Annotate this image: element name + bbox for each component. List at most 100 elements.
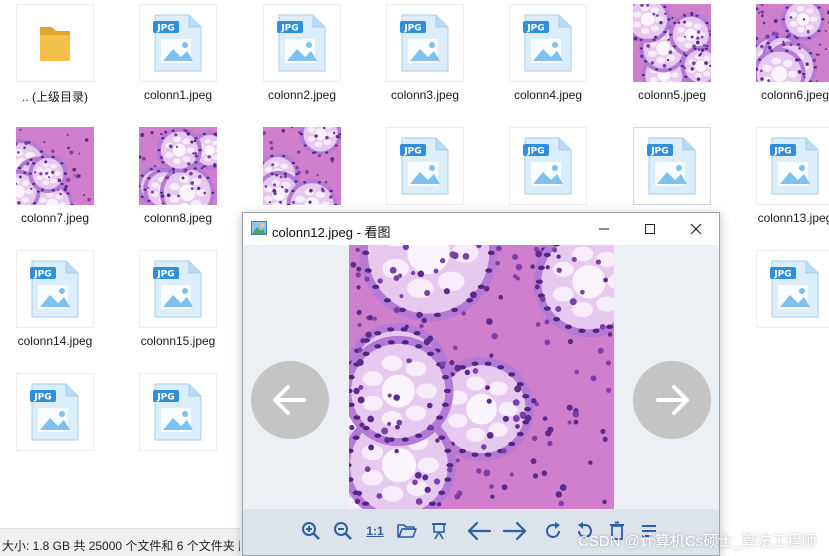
file-thumbnail: JPG	[509, 4, 587, 82]
svg-text:JPG: JPG	[156, 270, 174, 280]
image-viewer-app-icon	[251, 221, 267, 235]
image-viewer-window: colonn12.jpeg - 看图 1:1	[242, 212, 720, 556]
close-button[interactable]	[673, 213, 719, 245]
svg-text:JPG: JPG	[280, 24, 298, 34]
file-thumbnail: JPG	[756, 250, 829, 328]
svg-text:JPG: JPG	[403, 147, 421, 157]
file-thumbnail	[16, 127, 94, 205]
file-name-label: colonn3.jpeg	[390, 88, 460, 102]
file-tile[interactable]: JPG colonn13.jpeg	[740, 127, 829, 237]
file-tile[interactable]: colonn7.jpeg	[0, 127, 110, 237]
jpg-file-icon: JPG	[30, 383, 79, 441]
file-thumbnail: JPG	[139, 373, 217, 451]
file-thumbnail: JPG	[386, 127, 464, 205]
watermark: CSDN @计算机Cs硕士_算法工程师	[578, 533, 817, 550]
jpg-file-icon: JPG	[770, 137, 819, 195]
file-tile[interactable]: JPG colonn3.jpeg	[370, 4, 480, 114]
file-thumbnail: JPG	[16, 250, 94, 328]
arrow-left-icon	[273, 385, 306, 415]
file-name-label: colonn14.jpeg	[17, 334, 93, 348]
previous-image-button[interactable]	[251, 361, 329, 439]
jpg-file-icon: JPG	[523, 137, 572, 195]
file-tile[interactable]: JPG colonn15.jpeg	[123, 250, 233, 360]
slideshow-button[interactable]	[425, 517, 453, 545]
file-tile[interactable]: colonn6.jpeg	[740, 4, 829, 114]
tissue-image	[139, 127, 217, 205]
previous-arrow-icon	[467, 521, 492, 541]
open-folder-button[interactable]	[393, 517, 421, 545]
jpg-file-icon: JPG	[277, 14, 326, 72]
status-text: 大小: 1.8 GB 共 25000 个文件和 6 个文件夹 压缩	[2, 539, 240, 553]
next-button[interactable]	[501, 517, 529, 545]
parent-folder-tile[interactable]: .. (上级目录)	[0, 4, 110, 114]
next-arrow-icon	[502, 521, 527, 541]
file-tile[interactable]: JPG colonn4.jpeg	[493, 4, 603, 114]
tissue-image	[756, 4, 829, 82]
jpg-file-icon: JPG	[153, 260, 202, 318]
file-thumbnail	[756, 4, 829, 82]
jpg-file-icon: JPG	[400, 14, 449, 72]
actual-size-button[interactable]: 1:1	[361, 517, 389, 545]
maximize-icon	[645, 224, 655, 234]
file-tile[interactable]: JPG colonn1.jpeg	[123, 4, 233, 114]
zoom-out-icon	[334, 522, 352, 540]
file-tile[interactable]: JPG colonn2.jpeg	[247, 4, 357, 114]
svg-text:JPG: JPG	[33, 270, 51, 280]
file-name-label: colonn2.jpeg	[267, 88, 337, 102]
zoom-in-button[interactable]	[297, 517, 325, 545]
minimize-icon	[599, 228, 609, 230]
svg-text:JPG: JPG	[526, 24, 544, 34]
previous-button[interactable]	[465, 517, 493, 545]
file-thumbnail: JPG	[509, 127, 587, 205]
file-thumbnail	[263, 127, 341, 205]
svg-text:JPG: JPG	[403, 24, 421, 34]
file-tile[interactable]: colonn8.jpeg	[123, 127, 233, 237]
file-tile[interactable]: JPG	[123, 373, 233, 483]
image-canvas[interactable]	[243, 245, 719, 509]
open-folder-icon	[397, 524, 417, 538]
slideshow-icon	[432, 523, 446, 540]
file-tile[interactable]: JPG	[0, 373, 110, 483]
zoom-in-icon	[302, 522, 320, 540]
status-bar: 大小: 1.8 GB 共 25000 个文件和 6 个文件夹 压缩	[0, 528, 240, 556]
viewer-titlebar[interactable]: colonn12.jpeg - 看图	[243, 213, 719, 245]
tissue-image	[16, 127, 94, 205]
maximize-button[interactable]	[627, 213, 673, 245]
file-tile[interactable]: JPG colonn14.jpeg	[0, 250, 110, 360]
jpg-file-icon: JPG	[153, 383, 202, 441]
file-tile[interactable]: JPG	[740, 250, 829, 360]
svg-text:JPG: JPG	[773, 270, 791, 280]
rotate-right-button[interactable]	[539, 517, 567, 545]
jpg-file-icon: JPG	[523, 14, 572, 72]
file-name-label: colonn13.jpeg	[757, 211, 829, 225]
file-name-label: colonn15.jpeg	[140, 334, 216, 348]
file-thumbnail: JPG	[139, 4, 217, 82]
rotate-right-icon	[546, 522, 560, 538]
file-name-label: colonn6.jpeg	[760, 88, 829, 102]
file-name-label: colonn4.jpeg	[513, 88, 583, 102]
file-name-label: .. (上级目录)	[22, 90, 88, 104]
file-thumbnail	[139, 127, 217, 205]
next-image-button[interactable]	[633, 361, 711, 439]
close-icon	[690, 223, 702, 235]
jpg-file-icon: JPG	[153, 14, 202, 72]
viewer-title: colonn12.jpeg - 看图	[272, 225, 391, 240]
svg-text:JPG: JPG	[156, 393, 174, 403]
minimize-button[interactable]	[581, 213, 627, 245]
histology-image	[349, 245, 614, 509]
svg-text:JPG: JPG	[526, 147, 544, 157]
file-thumbnail: JPG	[263, 4, 341, 82]
file-name-label: colonn8.jpeg	[143, 211, 213, 225]
svg-text:JPG: JPG	[33, 393, 51, 403]
jpg-file-icon: JPG	[770, 260, 819, 318]
actual-size-label: 1:1	[366, 524, 384, 538]
file-tile[interactable]: colonn5.jpeg	[617, 4, 727, 114]
file-thumbnail: JPG	[139, 250, 217, 328]
svg-text:JPG: JPG	[773, 147, 791, 157]
file-thumbnail	[633, 4, 711, 82]
file-name-label: colonn1.jpeg	[143, 88, 213, 102]
zoom-out-button[interactable]	[329, 517, 357, 545]
folder-icon	[40, 27, 70, 61]
tissue-image	[349, 245, 614, 509]
file-thumbnail: JPG	[633, 127, 711, 205]
